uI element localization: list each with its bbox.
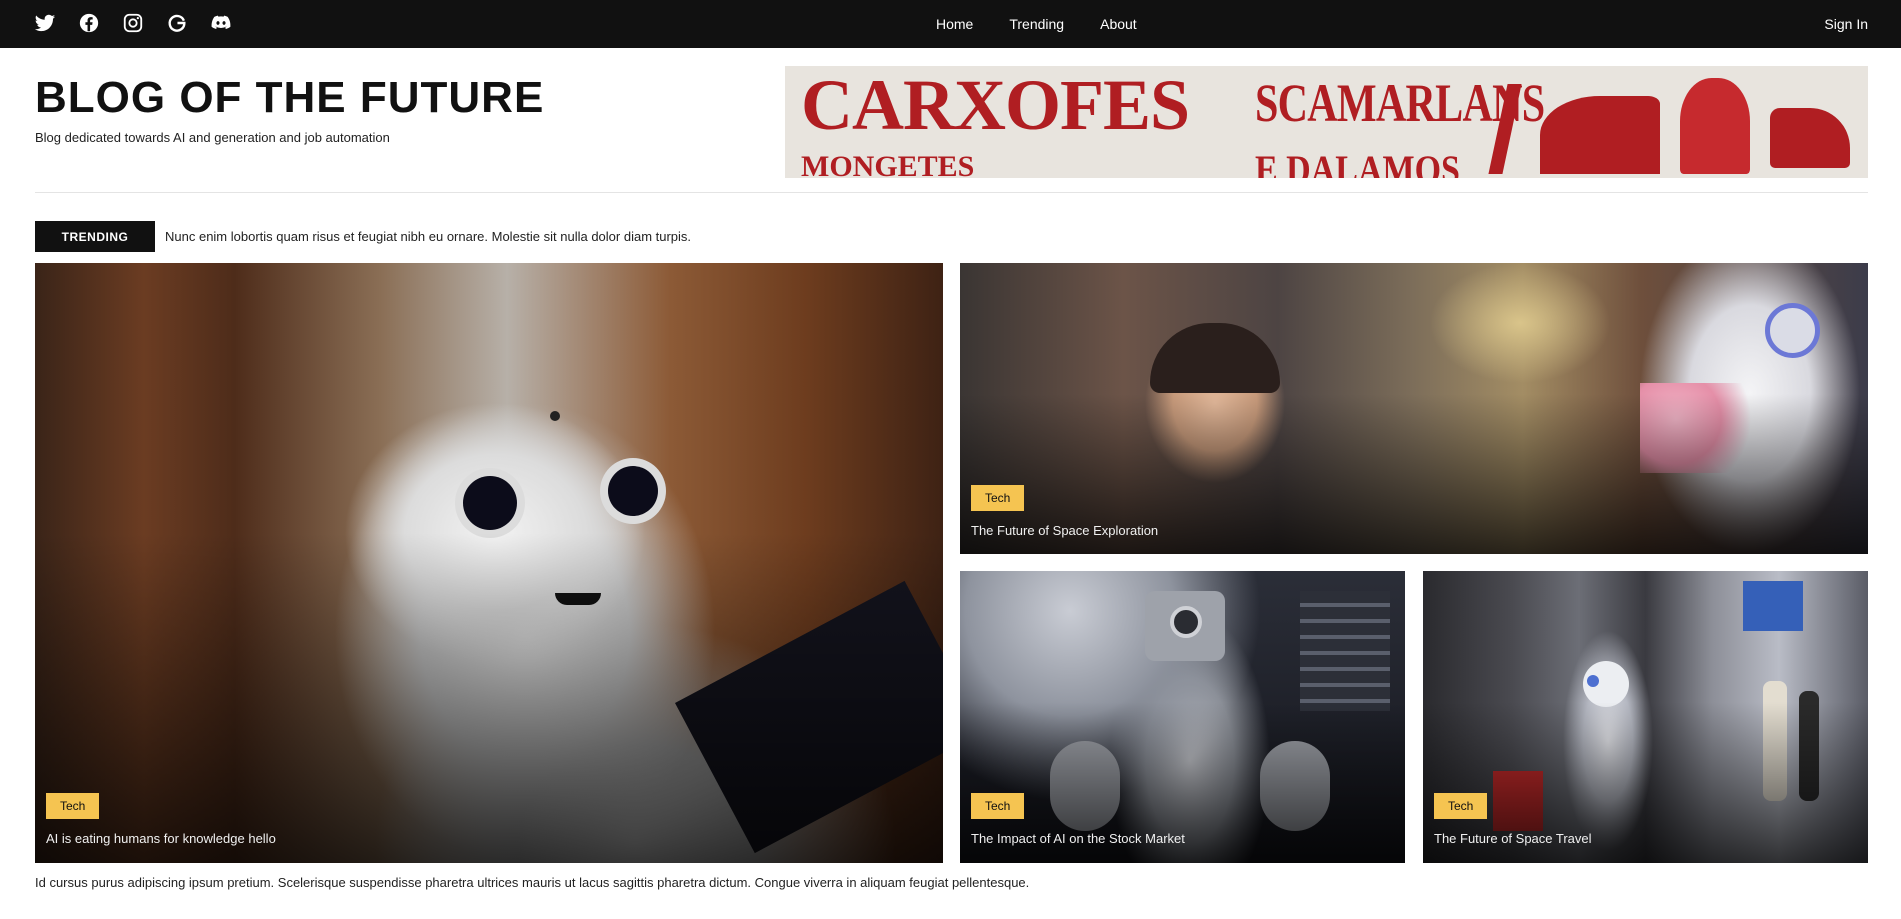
banner-graphics bbox=[1488, 66, 1868, 178]
facebook-icon[interactable] bbox=[78, 12, 100, 34]
post-card[interactable]: Tech The Future of Space Travel bbox=[1423, 571, 1868, 863]
category-badge[interactable]: Tech bbox=[971, 485, 1025, 511]
featured-post-card[interactable]: Tech AI is eating humans for knowledge h… bbox=[35, 263, 943, 863]
post-card[interactable]: Tech The Future of Space Exploration bbox=[960, 263, 1868, 554]
category-badge[interactable]: Tech bbox=[1434, 793, 1488, 819]
sign-in-link[interactable]: Sign In bbox=[1824, 15, 1868, 33]
post-title[interactable]: The Impact of AI on the Stock Market bbox=[971, 831, 1185, 846]
discord-icon[interactable] bbox=[210, 12, 232, 34]
main-nav: Home Trending About bbox=[936, 15, 1137, 33]
nav-about[interactable]: About bbox=[1100, 15, 1137, 33]
banner-word: MONGETES bbox=[801, 150, 975, 178]
top-navbar: Home Trending About Sign In bbox=[0, 0, 1901, 48]
header-banner-image[interactable]: CARXOFES SCAMARLANS MONGETES E DALAMOS bbox=[785, 66, 1868, 178]
nav-home[interactable]: Home bbox=[936, 15, 973, 33]
category-badge[interactable]: Tech bbox=[971, 793, 1025, 819]
trending-label: TRENDING bbox=[35, 221, 155, 252]
google-icon[interactable] bbox=[166, 12, 188, 34]
trending-text[interactable]: Nunc enim lobortis quam risus et feugiat… bbox=[165, 229, 691, 244]
post-title[interactable]: The Future of Space Travel bbox=[1434, 831, 1592, 846]
category-badge[interactable]: Tech bbox=[46, 793, 100, 819]
post-card[interactable]: Tech The Impact of AI on the Stock Marke… bbox=[960, 571, 1405, 863]
nav-trending[interactable]: Trending bbox=[1009, 15, 1064, 33]
header-divider bbox=[35, 192, 1868, 193]
twitter-icon[interactable] bbox=[34, 12, 56, 34]
post-title[interactable]: The Future of Space Exploration bbox=[971, 523, 1158, 538]
banner-word: CARXOFES bbox=[801, 66, 1190, 145]
banner-word: E DALAMOS bbox=[1255, 147, 1460, 178]
instagram-icon[interactable] bbox=[122, 12, 144, 34]
card-gradient bbox=[35, 533, 943, 863]
social-links bbox=[34, 12, 232, 34]
intro-paragraph: Id cursus purus adipiscing ipsum pretium… bbox=[35, 875, 1030, 890]
site-tagline: Blog dedicated towards AI and generation… bbox=[35, 130, 390, 145]
site-title[interactable]: BLOG OF THE FUTURE bbox=[35, 72, 544, 124]
post-title[interactable]: AI is eating humans for knowledge hello bbox=[46, 831, 276, 846]
